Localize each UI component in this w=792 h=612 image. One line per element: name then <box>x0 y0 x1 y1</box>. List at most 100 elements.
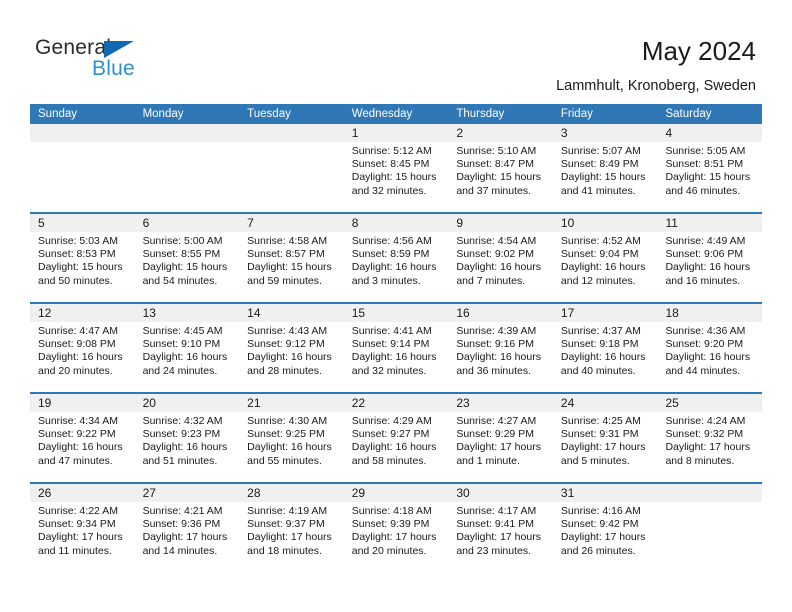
day-number-bar: 9 <box>448 214 553 232</box>
day-sun-info: Sunrise: 4:43 AM Sunset: 9:12 PM Daylight:… <box>239 322 344 378</box>
sunrise-time: Sunrise: 4:58 AM <box>247 235 328 247</box>
day-number-bar: 4 <box>657 124 763 142</box>
day-number-bar: 26 <box>30 484 135 502</box>
sunrise-time: Sunrise: 4:37 AM <box>560 325 641 337</box>
sunrise-time: Sunrise: 5:07 AM <box>560 145 641 157</box>
daylight-duration-line2: and 7 minutes. <box>456 274 526 287</box>
sunset-time: Sunset: 9:20 PM <box>665 338 744 351</box>
daylight-duration-line2: and 14 minutes. <box>142 544 218 557</box>
calendar-day-cell[interactable]: 27 Sunrise: 4:21 AM Sunset: 9:36 PM Dayligh… <box>134 484 240 574</box>
logo-triangle-icon <box>104 41 134 58</box>
day-sun-info: Sunrise: 4:47 AM Sunset: 9:08 PM Daylight:… <box>30 322 135 378</box>
sunset-time: Sunset: 8:47 PM <box>456 158 534 171</box>
day-number-bar: 7 <box>239 214 344 232</box>
day-number: 25 <box>665 396 679 410</box>
sunset-time: Sunset: 9:23 PM <box>142 428 221 441</box>
calendar-day-cell[interactable]: 20 Sunrise: 4:32 AM Sunset: 9:23 PM Dayligh… <box>134 394 240 482</box>
calendar-week-row: 19 Sunrise: 4:34 AM Sunset: 9:22 PM Dayligh… <box>30 394 763 484</box>
day-number: 14 <box>247 306 261 320</box>
calendar-day-cell[interactable]: 15 Sunrise: 4:41 AM Sunset: 9:14 PM Dayligh… <box>343 304 449 392</box>
sunset-time: Sunset: 9:31 PM <box>560 428 639 441</box>
sunset-time: Sunset: 9:10 PM <box>142 338 221 351</box>
daylight-duration-line2: and 1 minute. <box>456 454 520 467</box>
day-number-bar: 17 <box>552 304 658 322</box>
calendar-day-cell[interactable]: 10 Sunrise: 4:52 AM Sunset: 9:04 PM Dayligh… <box>552 214 658 302</box>
weekday-header-sunday: Sunday <box>38 108 78 120</box>
sunrise-time: Sunrise: 5:10 AM <box>456 145 537 157</box>
day-number-bar: 13 <box>134 304 240 322</box>
day-number: 12 <box>38 306 52 320</box>
sunrise-time: Sunrise: 4:17 AM <box>456 505 537 517</box>
daylight-duration-line2: and 18 minutes. <box>247 544 322 557</box>
sunset-time: Sunset: 9:22 PM <box>38 428 116 441</box>
day-number-bar: 6 <box>134 214 240 232</box>
sunset-time: Sunset: 9:41 PM <box>456 518 534 531</box>
calendar-day-cell[interactable]: 9 Sunrise: 4:54 AM Sunset: 9:02 PM Daylight… <box>448 214 553 302</box>
day-sun-info: Sunrise: 4:37 AM Sunset: 9:18 PM Daylight:… <box>553 322 658 378</box>
daylight-duration-line1: Daylight: 15 hours <box>351 171 437 184</box>
weekday-header-friday: Friday <box>560 108 593 120</box>
daylight-duration-line1: Daylight: 17 hours <box>38 531 123 544</box>
calendar-day-cell[interactable]: 22 Sunrise: 4:29 AM Sunset: 9:27 PM Dayligh… <box>343 394 449 482</box>
daylight-duration-line1: Daylight: 16 hours <box>665 261 751 274</box>
calendar-day-cell[interactable]: 6 Sunrise: 5:00 AM Sunset: 8:55 PM Daylight… <box>134 214 240 302</box>
calendar-day-cell[interactable]: 31 Sunrise: 4:16 AM Sunset: 9:42 PM Dayligh… <box>552 484 658 574</box>
sunset-time: Sunset: 9:29 PM <box>456 428 534 441</box>
calendar-day-cell[interactable]: 24 Sunrise: 4:25 AM Sunset: 9:31 PM Dayligh… <box>552 394 658 482</box>
daylight-duration-line2: and 41 minutes. <box>560 184 636 197</box>
day-sun-info: Sunrise: 4:27 AM Sunset: 9:29 PM Daylight:… <box>448 412 553 468</box>
calendar-day-cell[interactable]: 28 Sunrise: 4:19 AM Sunset: 9:37 PM Dayligh… <box>239 484 344 574</box>
calendar-day-cell[interactable]: 17 Sunrise: 4:37 AM Sunset: 9:18 PM Dayligh… <box>552 304 658 392</box>
day-number-bar <box>134 124 240 142</box>
general-blue-logo[interactable]: General Blue <box>35 36 165 82</box>
weekday-header-monday: Monday <box>142 108 184 120</box>
day-sun-info: Sunrise: 4:18 AM Sunset: 9:39 PM Daylight:… <box>344 502 449 558</box>
day-sun-info: Sunrise: 4:17 AM Sunset: 9:41 PM Daylight:… <box>448 502 553 558</box>
day-number: 27 <box>142 486 156 500</box>
calendar-day-cell[interactable]: 4 Sunrise: 5:05 AM Sunset: 8:51 PM Daylight… <box>657 124 763 212</box>
day-number-bar: 1 <box>343 124 449 142</box>
calendar-day-cell[interactable]: 7 Sunrise: 4:58 AM Sunset: 8:57 PM Daylight… <box>239 214 344 302</box>
day-number-bar: 19 <box>30 394 135 412</box>
day-sun-info: Sunrise: 5:00 AM Sunset: 8:55 PM Daylight:… <box>135 232 240 288</box>
sunrise-time: Sunrise: 4:43 AM <box>247 325 328 337</box>
calendar-day-cell[interactable]: 12 Sunrise: 4:47 AM Sunset: 9:08 PM Dayligh… <box>30 304 135 392</box>
calendar-day-cell[interactable]: 13 Sunrise: 4:45 AM Sunset: 9:10 PM Dayligh… <box>134 304 240 392</box>
day-number: 19 <box>38 396 52 410</box>
day-number-bar: 28 <box>239 484 344 502</box>
day-number: 8 <box>351 216 359 230</box>
calendar-day-cell[interactable]: 25 Sunrise: 4:24 AM Sunset: 9:32 PM Dayligh… <box>657 394 763 482</box>
day-sun-info: Sunrise: 4:49 AM Sunset: 9:06 PM Daylight:… <box>657 232 762 288</box>
daylight-duration-line1: Daylight: 16 hours <box>456 351 541 364</box>
sunrise-time: Sunrise: 5:03 AM <box>38 235 118 247</box>
logo-text-blue: Blue <box>92 57 135 80</box>
sunrise-time: Sunrise: 4:34 AM <box>38 415 118 427</box>
calendar-day-cell[interactable]: 8 Sunrise: 4:56 AM Sunset: 8:59 PM Daylight… <box>343 214 449 302</box>
day-number-bar: 16 <box>448 304 553 322</box>
daylight-duration-line1: Daylight: 17 hours <box>142 531 228 544</box>
day-number: 17 <box>560 306 575 320</box>
sunrise-time: Sunrise: 4:16 AM <box>560 505 641 517</box>
calendar-day-cell[interactable]: 30 Sunrise: 4:17 AM Sunset: 9:41 PM Dayligh… <box>448 484 553 574</box>
sunrise-time: Sunrise: 4:39 AM <box>456 325 537 337</box>
calendar-day-cell[interactable]: 16 Sunrise: 4:39 AM Sunset: 9:16 PM Dayligh… <box>448 304 553 392</box>
daylight-duration-line1: Daylight: 16 hours <box>351 441 437 454</box>
calendar-day-cell[interactable]: 14 Sunrise: 4:43 AM Sunset: 9:12 PM Dayligh… <box>239 304 344 392</box>
calendar-day-cell[interactable]: 1 Sunrise: 5:12 AM Sunset: 8:45 PM Daylight… <box>343 124 449 212</box>
day-number: 1 <box>351 126 359 140</box>
calendar-day-cell[interactable]: 5 Sunrise: 5:03 AM Sunset: 8:53 PM Daylight… <box>30 214 135 302</box>
day-number-bar: 22 <box>343 394 449 412</box>
calendar-day-cell[interactable]: 19 Sunrise: 4:34 AM Sunset: 9:22 PM Dayligh… <box>30 394 135 482</box>
calendar-day-cell[interactable]: 23 Sunrise: 4:27 AM Sunset: 9:29 PM Dayligh… <box>448 394 553 482</box>
calendar-day-cell[interactable]: 29 Sunrise: 4:18 AM Sunset: 9:39 PM Dayligh… <box>343 484 449 574</box>
daylight-duration-line2: and 50 minutes. <box>38 274 113 287</box>
calendar-day-cell[interactable]: 21 Sunrise: 4:30 AM Sunset: 9:25 PM Dayligh… <box>239 394 344 482</box>
calendar-grid: Sunday Monday Tuesday Wednesday Thursday… <box>30 104 763 574</box>
calendar-day-cell[interactable]: 3 Sunrise: 5:07 AM Sunset: 8:49 PM Daylight… <box>552 124 658 212</box>
calendar-day-cell[interactable]: 26 Sunrise: 4:22 AM Sunset: 9:34 PM Dayligh… <box>30 484 135 574</box>
calendar-day-cell[interactable]: 18 Sunrise: 4:36 AM Sunset: 9:20 PM Dayligh… <box>657 304 763 392</box>
calendar-day-cell[interactable]: 11 Sunrise: 4:49 AM Sunset: 9:06 PM Dayligh… <box>657 214 763 302</box>
day-number: 18 <box>665 306 679 320</box>
calendar-day-cell[interactable]: 2 Sunrise: 5:10 AM Sunset: 8:47 PM Daylight… <box>448 124 553 212</box>
daylight-duration-line1: Daylight: 16 hours <box>560 351 646 364</box>
